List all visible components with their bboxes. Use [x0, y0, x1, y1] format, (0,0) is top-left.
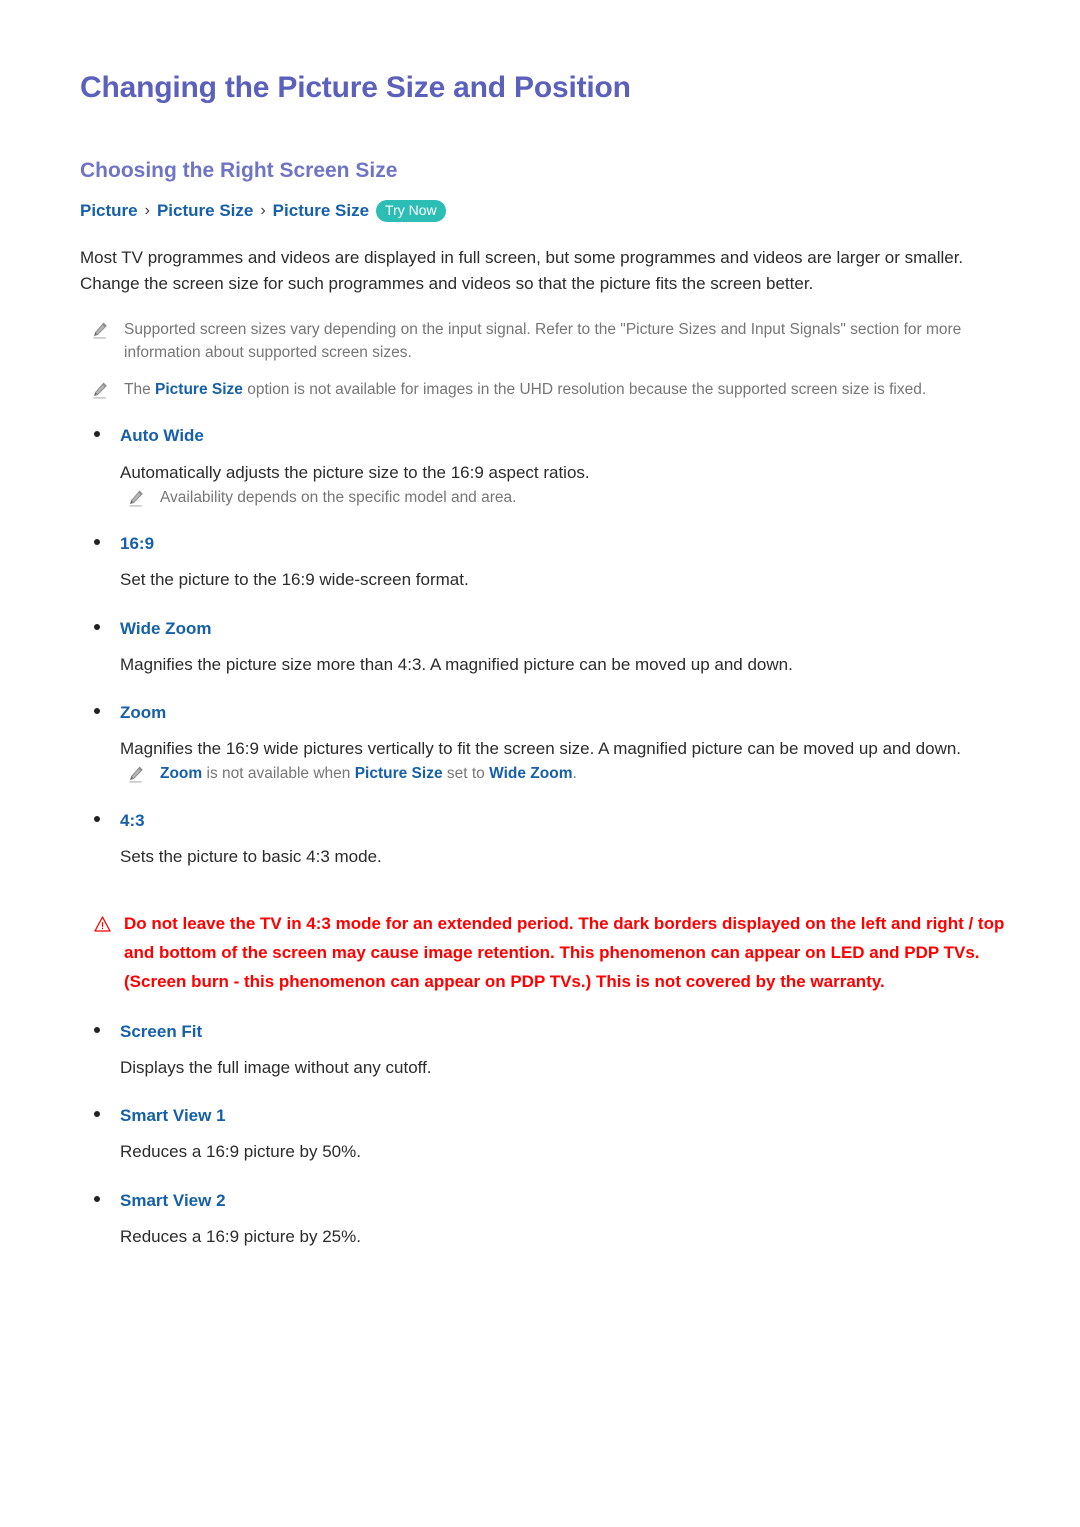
note-link-wide-zoom[interactable]: Wide Zoom: [489, 765, 572, 782]
breadcrumb-separator: ›: [260, 201, 266, 219]
note-availability: Availability depends on the specific mod…: [80, 486, 1020, 509]
option-label: Zoom: [120, 702, 167, 722]
option-label: Smart View 1: [120, 1106, 226, 1126]
note-link-picture-size[interactable]: Picture Size: [155, 381, 243, 398]
option-label: Wide Zoom: [120, 618, 212, 638]
note-text-end: .: [572, 765, 577, 783]
option-description: Reduces a 16:9 picture by 25%.: [120, 1226, 361, 1246]
bullet-dot-icon: [94, 539, 100, 546]
note-uhd-picture-size: The Picture Size option is not available…: [80, 378, 1020, 401]
warning-triangle-icon: [94, 916, 111, 932]
breadcrumb-item-picture-size-2[interactable]: Picture Size: [273, 199, 369, 223]
option-description: Automatically adjusts the picture size t…: [120, 462, 590, 482]
option-zoom[interactable]: Zoom: [80, 702, 1020, 724]
breadcrumb: Picture › Picture Size › Picture Size Tr…: [80, 199, 1020, 223]
option-smart-view-1[interactable]: Smart View 1: [80, 1105, 1020, 1127]
bullet-dot-icon: [94, 1026, 100, 1033]
intro-paragraph: Most TV programmes and videos are displa…: [80, 247, 964, 294]
option-label: Smart View 2: [120, 1190, 226, 1210]
pencil-icon: [92, 322, 108, 340]
document-page: Changing the Picture Size and Position C…: [0, 0, 1080, 1527]
page-title: Changing the Picture Size and Position: [80, 71, 631, 104]
option-description: Set the picture to the 16:9 wide-screen …: [120, 570, 469, 590]
note-text: Zoom is not available when Picture Size …: [160, 762, 577, 785]
option-screen-fit[interactable]: Screen Fit: [80, 1021, 1020, 1043]
option-description: Displays the full image without any cuto…: [120, 1057, 432, 1077]
option-16-9[interactable]: 16:9: [80, 533, 1020, 555]
breadcrumb-item-picture-size[interactable]: Picture Size: [157, 199, 253, 223]
option-label: 16:9: [120, 534, 155, 554]
note-text: Availability depends on the specific mod…: [160, 488, 517, 506]
section-title: Choosing the Right Screen Size: [80, 159, 398, 182]
note-link-picture-size[interactable]: Picture Size: [355, 765, 443, 782]
option-description: Magnifies the 16:9 wide pictures vertica…: [120, 739, 962, 759]
note-text-mid-2: set to: [442, 765, 490, 783]
option-label: Auto Wide: [120, 426, 204, 446]
option-auto-wide[interactable]: Auto Wide: [80, 425, 1020, 447]
note-zoom-unavailable: Zoom is not available when Picture Size …: [80, 762, 1020, 785]
note-text-pre: The: [124, 381, 156, 399]
note-text-post: option is not available for images in th…: [242, 381, 927, 399]
note-text: The Picture Size option is not available…: [124, 378, 926, 401]
warning-block: Do not leave the TV in 4:3 mode for an e…: [80, 910, 1020, 997]
breadcrumb-separator: ›: [144, 201, 150, 219]
option-description: Sets the picture to basic 4:3 mode.: [120, 846, 382, 866]
pencil-icon: [92, 382, 108, 400]
option-smart-view-2[interactable]: Smart View 2: [80, 1190, 1020, 1212]
try-now-badge[interactable]: Try Now: [376, 199, 446, 223]
option-description: Magnifies the picture size more than 4:3…: [120, 654, 793, 674]
option-description: Reduces a 16:9 picture by 50%.: [120, 1142, 361, 1162]
bullet-dot-icon: [94, 1195, 100, 1202]
bullet-dot-icon: [94, 1111, 100, 1118]
note-link-zoom[interactable]: Zoom: [160, 765, 202, 782]
warning-text: Do not leave the TV in 4:3 mode for an e…: [124, 914, 1005, 991]
bullet-dot-icon: [94, 815, 100, 822]
option-4-3[interactable]: 4:3: [80, 810, 1020, 832]
bullet-dot-icon: [94, 623, 100, 630]
option-wide-zoom[interactable]: Wide Zoom: [80, 618, 1020, 640]
note-supported-sizes: Supported screen sizes vary depending on…: [80, 318, 1020, 365]
breadcrumb-item-picture[interactable]: Picture: [80, 199, 138, 223]
option-label: 4:3: [120, 810, 145, 830]
bullet-dot-icon: [94, 707, 100, 714]
pencil-icon: [128, 490, 144, 508]
bullet-dot-icon: [94, 431, 100, 438]
note-text: Supported screen sizes vary depending on…: [124, 320, 962, 361]
option-label: Screen Fit: [120, 1021, 203, 1041]
pencil-icon: [128, 766, 144, 784]
note-text-mid-1: is not available when: [202, 765, 355, 783]
